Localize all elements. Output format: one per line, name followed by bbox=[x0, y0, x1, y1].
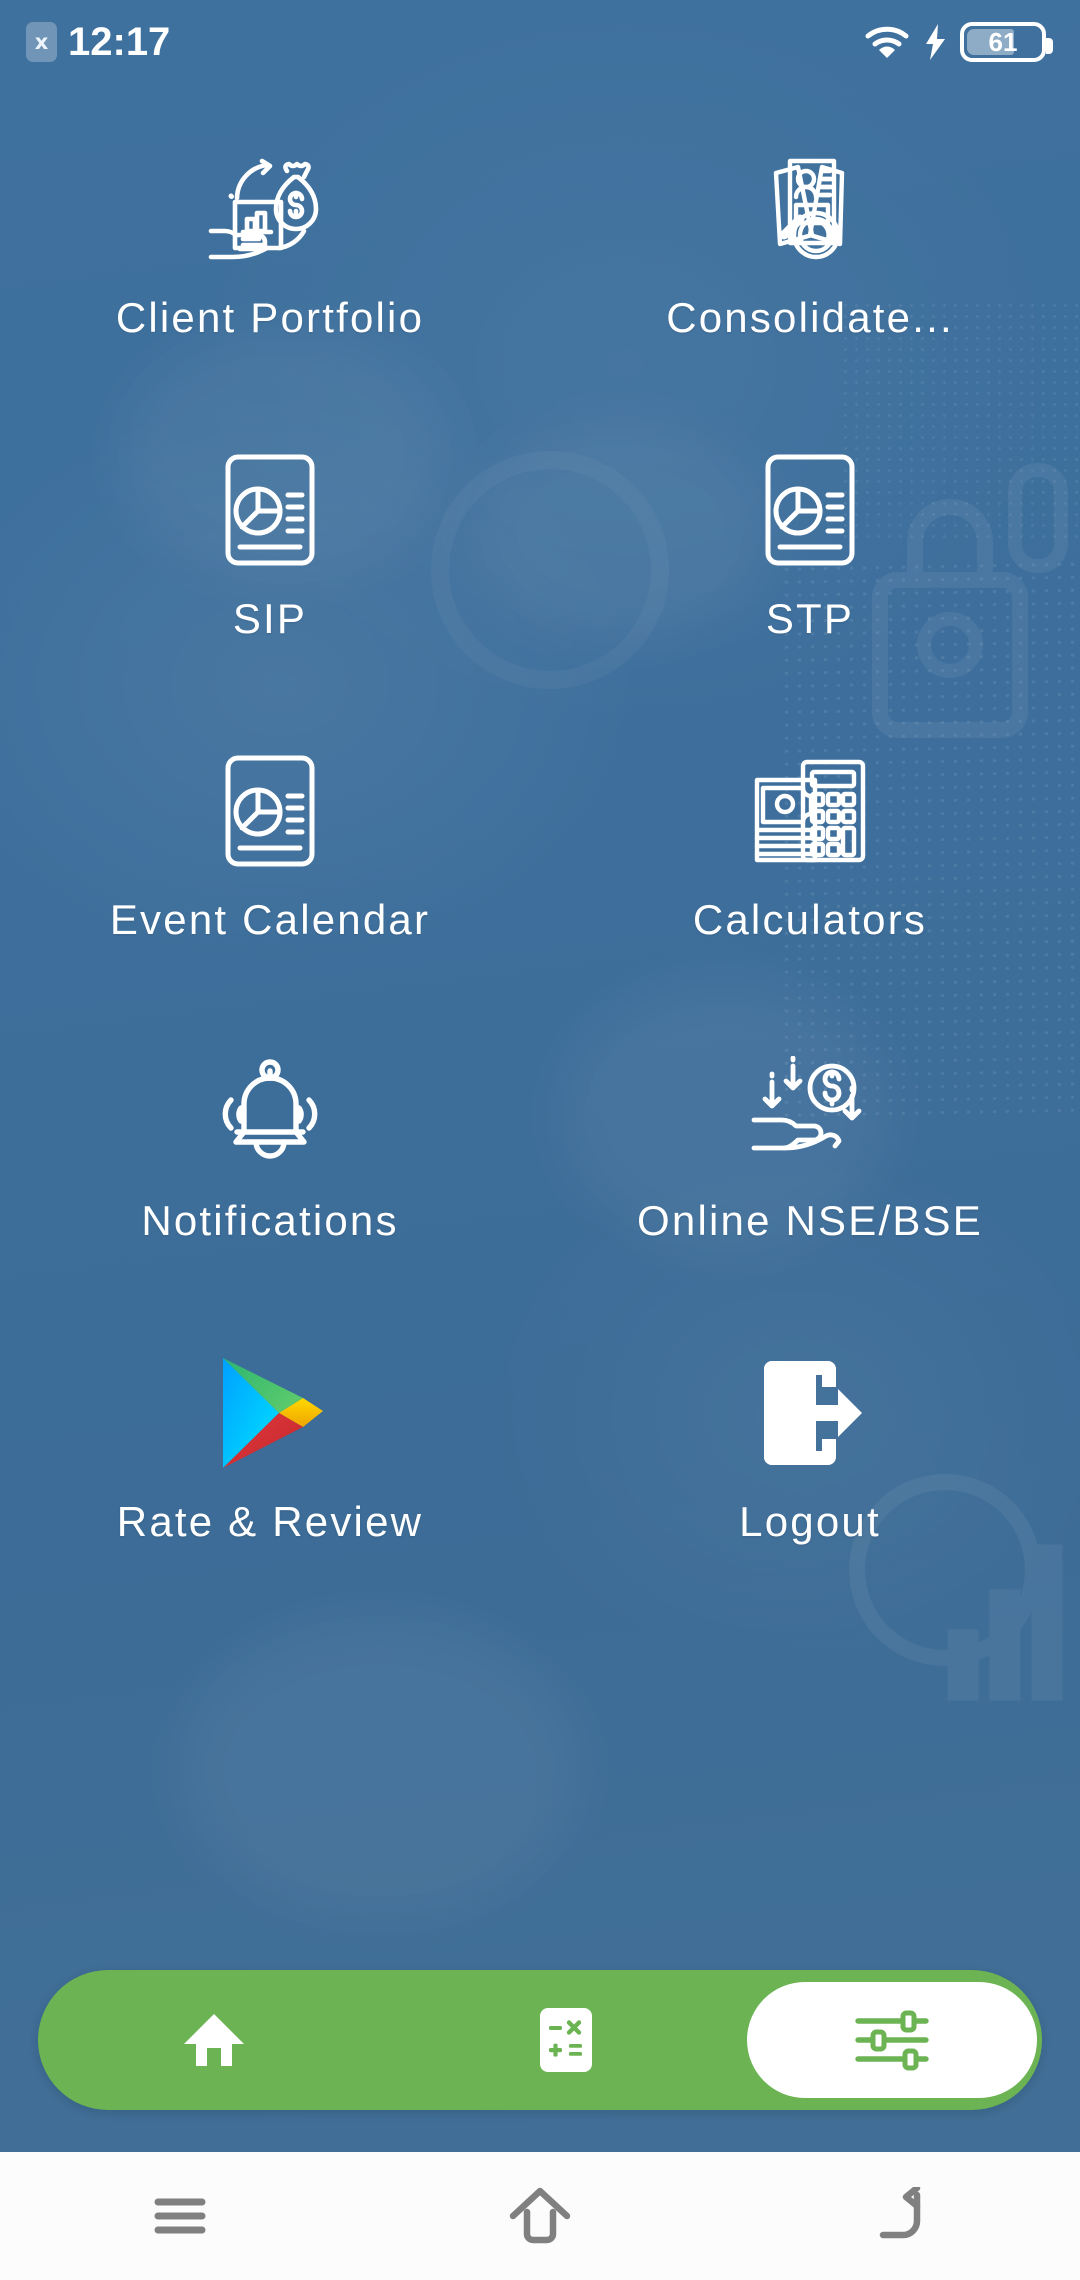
bottom-navigation-bar bbox=[38, 1970, 1042, 2110]
menu-item-label: Online NSE/BSE bbox=[637, 1197, 983, 1244]
menu-item-stp[interactable]: STP bbox=[540, 411, 1080, 712]
system-navigation-bar bbox=[0, 2152, 1080, 2280]
menu-item-logout[interactable]: Logout bbox=[540, 1314, 1080, 1615]
bottom-nav-item-home[interactable] bbox=[38, 1970, 390, 2110]
hand-receiving-money-icon bbox=[735, 1047, 885, 1177]
back-arrow-icon bbox=[879, 2187, 921, 2239]
report-pie-chart-icon bbox=[195, 746, 345, 876]
system-nav-back[interactable] bbox=[720, 2187, 1080, 2245]
menu-lines-icon bbox=[154, 2198, 206, 2234]
home-icon bbox=[184, 2014, 244, 2066]
charging-bolt-icon bbox=[926, 24, 945, 60]
calculator-icon bbox=[540, 2008, 592, 2072]
bell-ringing-icon bbox=[195, 1047, 345, 1177]
menu-item-label: Rate & Review bbox=[116, 1498, 424, 1545]
system-nav-home[interactable] bbox=[360, 2186, 720, 2246]
bottom-nav-item-settings[interactable] bbox=[742, 1970, 1042, 2110]
portfolio-hand-money-icon bbox=[195, 144, 345, 274]
status-bar-left: x 12:17 bbox=[26, 20, 170, 65]
google-play-icon bbox=[195, 1348, 345, 1478]
menu-item-event-calendar[interactable]: Event Calendar bbox=[0, 712, 540, 1013]
menu-item-label: Notifications bbox=[141, 1197, 399, 1244]
logout-door-arrow-icon bbox=[735, 1348, 885, 1478]
menu-grid: Client Portfolio Consolidate... SIP STP … bbox=[0, 110, 1080, 1615]
menu-item-calculators[interactable]: Calculators bbox=[540, 712, 1080, 1013]
background-blob bbox=[180, 1620, 580, 1920]
app-screen: x 12:17 61 Client Portfolio Consolidate.… bbox=[0, 0, 1080, 2280]
battery-percent-label: 61 bbox=[988, 26, 1018, 57]
bottom-nav-item-calculator[interactable] bbox=[390, 1970, 742, 2110]
menu-item-sip[interactable]: SIP bbox=[0, 411, 540, 712]
calculator-money-icon bbox=[735, 746, 885, 876]
home-outline-icon bbox=[509, 2187, 571, 2244]
status-bar-clock: 12:17 bbox=[68, 19, 171, 64]
wifi-icon bbox=[865, 26, 909, 58]
menu-item-label: Calculators bbox=[692, 896, 928, 943]
report-pie-chart-icon bbox=[195, 445, 345, 575]
status-bar-right: 61 bbox=[864, 22, 1053, 62]
report-pie-chart-icon bbox=[735, 445, 885, 575]
menu-item-online-nse-bse[interactable]: Online NSE/BSE bbox=[540, 1013, 1080, 1314]
menu-item-rate-and-review[interactable]: Rate & Review bbox=[0, 1314, 540, 1615]
menu-item-label: Consolidate... bbox=[666, 294, 954, 341]
menu-item-client-portfolio[interactable]: Client Portfolio bbox=[0, 110, 540, 411]
consolidated-documents-search-icon bbox=[735, 144, 885, 274]
menu-item-label: Client Portfolio bbox=[115, 294, 425, 341]
menu-item-label: STP bbox=[765, 595, 855, 642]
bottom-nav-active-pill bbox=[747, 1982, 1037, 2098]
menu-item-label: SIP bbox=[232, 595, 308, 642]
menu-item-consolidated-report[interactable]: Consolidate... bbox=[540, 110, 1080, 411]
status-bar: x 12:17 61 bbox=[0, 0, 1080, 84]
menu-item-notifications[interactable]: Notifications bbox=[0, 1013, 540, 1314]
menu-item-label: Event Calendar bbox=[109, 896, 431, 943]
system-nav-recents[interactable] bbox=[0, 2194, 360, 2238]
x-badge-icon: x bbox=[26, 22, 57, 62]
sliders-icon bbox=[855, 2010, 929, 2071]
battery-icon: 61 bbox=[960, 22, 1053, 62]
menu-item-label: Logout bbox=[739, 1498, 881, 1545]
